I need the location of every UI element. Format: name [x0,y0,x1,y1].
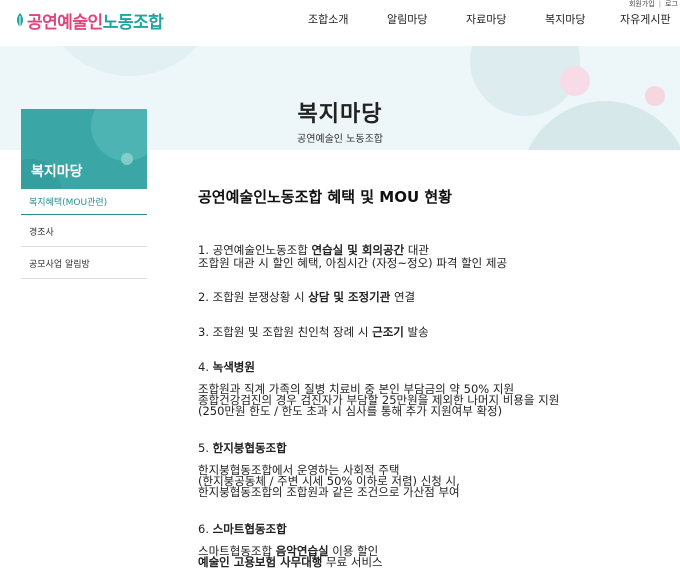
benefit-2-heading: 2. 조합원 분쟁상황 시 상담 및 조정기관 연결 [198,291,415,304]
benefit-3-text: 3. 조합원 및 조합원 친인척 장례 시 [198,325,373,339]
benefit-5-heading: 5. 한지붕협동조합 [198,442,460,455]
site-header: 공연예술인노동조합 조합소개 알림마당 자료마당 복지마당 자유게시판 회원가입… [0,0,680,46]
sidebar-title: 복지마당 [31,164,83,180]
benefit-4-line: (250만원 한도 / 한도 초과 시 심사를 통해 추가 지원여부 확정) [198,404,503,418]
benefit-section-6: 6. 스마트협동조합 스마트협동조합 음악연습실 이용 할인 예술인 고용보험 … [198,523,383,568]
sidebar-item-welfare-benefits[interactable]: 복지혜택(MOU관련) [21,189,147,215]
sidebar-decor [91,109,147,161]
benefit-2-text: 2. 조합원 분쟁상황 시 [198,290,309,304]
benefit-6-line: 예술인 고용보험 사무대행 무료 서비스 [198,555,383,569]
benefit-5-detail: 한지붕협동조합에서 운영하는 사회적 주택 (한지붕공동체 / 주변 시세 50… [198,464,460,499]
benefit-2-highlight: 상담 및 조정기관 [308,290,391,304]
benefit-6-heading: 6. 스마트협동조합 [198,523,383,536]
utility-separator: | [658,0,662,8]
nav-item-free-board[interactable]: 자유게시판 [620,11,671,27]
benefit-section-2: 2. 조합원 분쟁상황 시 상담 및 조정기관 연결 [198,291,415,304]
sidebar-item-condolence[interactable]: 경조사 [21,217,147,247]
benefit-5-highlight: 한지붕협동조합 [212,441,287,455]
benefit-3-highlight: 근조기 [372,325,404,339]
benefit-2-text: 연결 [390,290,416,304]
join-link[interactable]: 회원가입 [629,0,655,8]
hero-decor-circle [40,46,220,76]
benefit-1-highlight: 연습실 및 회의공간 [311,243,405,257]
sidebar-header: 복지마당 [21,109,147,189]
login-link[interactable]: 로그 [665,0,678,8]
benefit-6-highlight: 스마트협동조합 [212,522,287,536]
sidebar-menu: 복지혜택(MOU관련) 경조사 공모사업 알림방 [21,189,147,279]
hero-decor-circle [560,66,590,96]
benefit-3-heading: 3. 조합원 및 조합원 친인척 장례 시 근조기 발송 [198,326,429,339]
benefit-4-number: 4. [198,360,213,374]
benefit-4-detail: 조합원과 직계 가족의 질병 치료비 중 본인 부담금의 약 50% 지원 종합… [198,383,559,418]
benefit-6-text: 무료 서비스 [322,555,383,569]
nav-item-about[interactable]: 조합소개 [308,11,348,27]
content-title: 공연예술인노동조합 혜택 및 MOU 현황 [198,188,452,206]
benefit-section-4: 4. 녹색병원 조합원과 직계 가족의 질병 치료비 중 본인 부담금의 약 5… [198,361,559,417]
benefit-section-1: 1. 공연예술인노동조합 연습실 및 회의공간 대관 조합원 대관 시 할인 혜… [198,244,507,270]
benefit-5-number: 5. [198,441,213,455]
benefit-section-5: 5. 한지붕협동조합 한지붕협동조합에서 운영하는 사회적 주택 (한지붕공동체… [198,442,460,498]
sidebar-item-contest-notices[interactable]: 공모사업 알림방 [21,249,147,279]
benefit-1-detail: 조합원 대관 시 할인 혜택, 아침시간 (자정~정오) 파격 할인 제공 [198,256,508,270]
nav-item-resources[interactable]: 자료마당 [466,11,506,27]
benefit-section-3: 3. 조합원 및 조합원 친인척 장례 시 근조기 발송 [198,326,429,339]
main-nav: 조합소개 알림마당 자료마당 복지마당 자유게시판 [0,11,680,29]
benefit-6-detail: 스마트협동조합 음악연습실 이용 할인 예술인 고용보험 사무대행 무료 서비스 [198,545,383,569]
benefit-4-heading: 4. 녹색병원 [198,361,559,374]
nav-item-notice[interactable]: 알림마당 [387,11,427,27]
sidebar-decor [121,153,133,165]
utility-links: 회원가입 | 로그 [627,0,680,8]
benefit-1-text: 대관 [404,243,429,257]
benefit-6-highlight-text: 예술인 고용보험 사무대행 [198,555,323,569]
benefit-5-line: 한지붕협동조합의 조합원과 같은 조건으로 가산점 부여 [198,485,460,499]
benefit-6-number: 6. [198,522,213,536]
benefit-1-text: 1. 공연예술인노동조합 [198,243,312,257]
benefit-4-highlight: 녹색병원 [212,360,255,374]
benefit-3-text: 발송 [403,325,429,339]
nav-item-welfare[interactable]: 복지마당 [545,11,585,27]
